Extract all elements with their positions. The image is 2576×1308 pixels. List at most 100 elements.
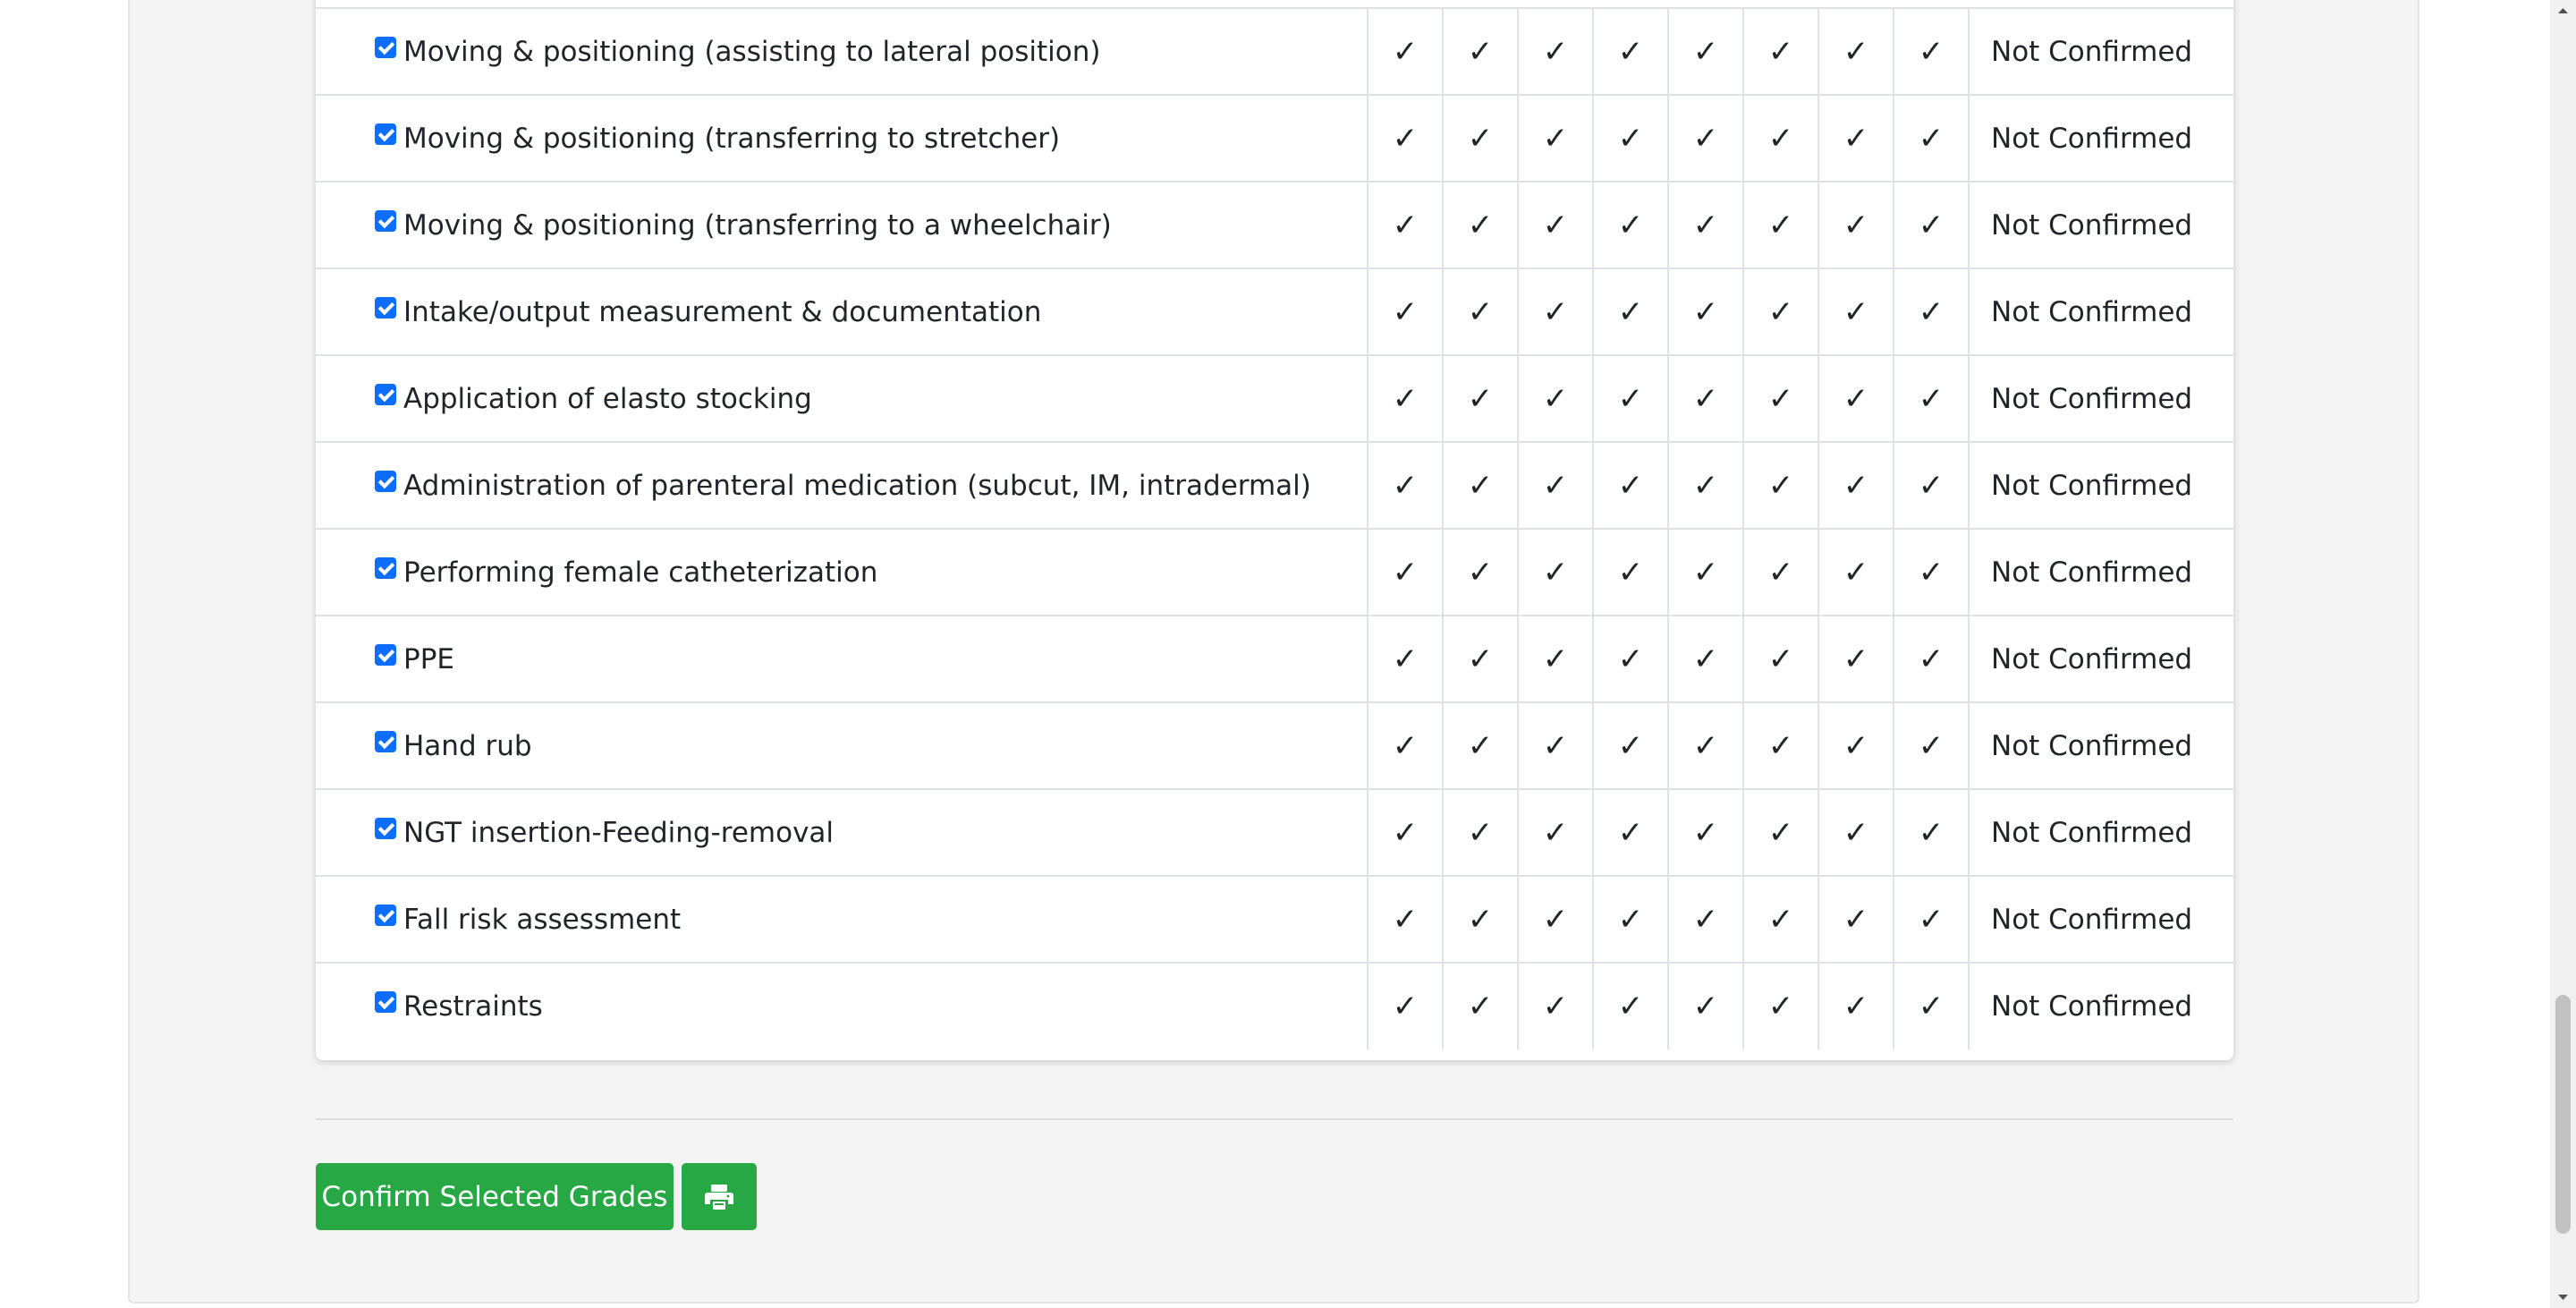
grade-mark-cell: ✓ <box>1667 355 1743 443</box>
grade-mark-cell: ✓ <box>1818 616 1894 703</box>
confirmation-status: Not Confirmed <box>1968 182 2233 269</box>
row-select-checkbox[interactable] <box>375 730 396 752</box>
confirmation-status: Not Confirmed <box>1968 268 2233 356</box>
grade-mark-cell: ✓ <box>1592 182 1668 269</box>
grade-mark-cell: ✓ <box>1442 789 1518 877</box>
grade-mark-cell: ✓ <box>1442 7 1518 96</box>
table-row: Moving & positioning (transferring to a … <box>316 182 2233 269</box>
scrollbar-thumb[interactable] <box>2555 995 2571 1234</box>
row-select-checkbox[interactable] <box>375 556 396 579</box>
scroll-up-arrow-icon[interactable] <box>2550 0 2576 21</box>
table-row: Moving & positioning (transferring to st… <box>316 95 2233 183</box>
grade-mark-cell: ✓ <box>1818 182 1894 269</box>
grade-mark-cell: ✓ <box>1442 182 1518 269</box>
row-select-checkbox[interactable] <box>375 209 396 232</box>
skill-cell: Hand rub <box>316 702 1368 790</box>
grade-mark-cell: ✓ <box>1893 7 1969 96</box>
grade-mark-cell: ✓ <box>1442 355 1518 443</box>
grade-mark-cell: ✓ <box>1592 876 1668 964</box>
scroll-down-arrow-icon[interactable] <box>2550 1287 2576 1308</box>
skill-cell: Administration of parenteral medication … <box>316 442 1368 530</box>
grade-mark-cell: ✓ <box>1667 7 1743 96</box>
grades-table-card: Moving & positioning (assisting to later… <box>316 0 2233 1060</box>
row-select-checkbox[interactable] <box>375 36 396 58</box>
grade-mark-cell: ✓ <box>1517 702 1593 790</box>
grades-table-body: Moving & positioning (assisting to later… <box>316 7 2233 1049</box>
grade-mark-cell: ✓ <box>1667 182 1743 269</box>
grade-mark-cell: ✓ <box>1367 7 1443 96</box>
confirmation-status: Not Confirmed <box>1968 789 2233 877</box>
grade-mark-cell: ✓ <box>1667 442 1743 530</box>
confirmation-status: Not Confirmed <box>1968 442 2233 530</box>
skill-cell: PPE <box>316 616 1368 703</box>
grade-mark-cell: ✓ <box>1818 876 1894 964</box>
table-row: Administration of parenteral medication … <box>316 442 2233 530</box>
grade-mark-cell: ✓ <box>1592 268 1668 356</box>
grade-mark-cell: ✓ <box>1517 355 1593 443</box>
skill-label: Moving & positioning (assisting to later… <box>403 35 1101 68</box>
print-button[interactable] <box>682 1163 757 1230</box>
grade-mark-cell: ✓ <box>1367 616 1443 703</box>
grade-mark-cell: ✓ <box>1442 702 1518 790</box>
grade-mark-cell: ✓ <box>1442 268 1518 356</box>
grade-mark-cell: ✓ <box>1367 182 1443 269</box>
grade-mark-cell: ✓ <box>1517 616 1593 703</box>
grade-mark-cell: ✓ <box>1667 616 1743 703</box>
confirmation-status: Not Confirmed <box>1968 702 2233 790</box>
grade-mark-cell: ✓ <box>1367 529 1443 616</box>
grade-mark-cell: ✓ <box>1818 963 1894 1049</box>
row-select-checkbox[interactable] <box>375 817 396 839</box>
grade-mark-cell: ✓ <box>1742 876 1818 964</box>
row-select-checkbox[interactable] <box>375 383 396 405</box>
table-row: Application of elasto stocking ✓ ✓ ✓ ✓ ✓ ✓ ✓ ✓ No… <box>316 355 2233 443</box>
table-row: PPE ✓ ✓ ✓ ✓ ✓ ✓ ✓ ✓ Not Confirmed <box>316 616 2233 703</box>
confirmation-status: Not Confirmed <box>1968 963 2233 1049</box>
skill-cell: Moving & positioning (transferring to a … <box>316 182 1368 269</box>
grade-mark-cell: ✓ <box>1893 442 1969 530</box>
row-select-checkbox[interactable] <box>375 470 396 492</box>
skill-cell: Application of elasto stocking <box>316 355 1368 443</box>
confirmation-status: Not Confirmed <box>1968 95 2233 183</box>
grade-mark-cell: ✓ <box>1667 95 1743 183</box>
grade-mark-cell: ✓ <box>1517 182 1593 269</box>
row-select-checkbox[interactable] <box>375 123 396 145</box>
table-row: Performing female catheterization ✓ ✓ ✓ ✓ ✓ ✓ ✓… <box>316 529 2233 616</box>
confirmation-status: Not Confirmed <box>1968 529 2233 616</box>
grade-mark-cell: ✓ <box>1367 95 1443 183</box>
grade-mark-cell: ✓ <box>1893 95 1969 183</box>
grade-mark-cell: ✓ <box>1667 529 1743 616</box>
grade-mark-cell: ✓ <box>1818 442 1894 530</box>
skill-cell: Performing female catheterization <box>316 529 1368 616</box>
print-icon <box>705 1184 733 1210</box>
grade-mark-cell: ✓ <box>1893 268 1969 356</box>
vertical-scrollbar[interactable] <box>2550 0 2576 1308</box>
page-viewport: Moving & positioning (assisting to later… <box>0 0 2550 1308</box>
grade-mark-cell: ✓ <box>1742 702 1818 790</box>
skill-label: Intake/output measurement & documentatio… <box>403 295 1042 328</box>
grade-mark-cell: ✓ <box>1893 182 1969 269</box>
grade-mark-cell: ✓ <box>1667 268 1743 356</box>
confirmation-status: Not Confirmed <box>1968 7 2233 96</box>
grade-mark-cell: ✓ <box>1742 7 1818 96</box>
row-select-checkbox[interactable] <box>375 643 396 666</box>
skill-cell: Moving & positioning (transferring to st… <box>316 95 1368 183</box>
grade-mark-cell: ✓ <box>1442 963 1518 1049</box>
row-select-checkbox[interactable] <box>375 991 396 1013</box>
grade-mark-cell: ✓ <box>1442 616 1518 703</box>
confirm-selected-grades-button[interactable]: Confirm Selected Grades <box>316 1163 674 1230</box>
row-select-checkbox[interactable] <box>375 904 396 926</box>
grade-mark-cell: ✓ <box>1592 616 1668 703</box>
grade-mark-cell: ✓ <box>1367 355 1443 443</box>
grade-mark-cell: ✓ <box>1367 789 1443 877</box>
grade-mark-cell: ✓ <box>1367 963 1443 1049</box>
grade-mark-cell: ✓ <box>1742 95 1818 183</box>
table-row: Moving & positioning (assisting to later… <box>316 7 2233 96</box>
skill-label: Administration of parenteral medication … <box>403 469 1311 502</box>
table-row: Fall risk assessment ✓ ✓ ✓ ✓ ✓ ✓ ✓ ✓ Not Confirme… <box>316 876 2233 964</box>
skill-label: Restraints <box>403 990 543 1023</box>
row-select-checkbox[interactable] <box>375 296 396 319</box>
grade-mark-cell: ✓ <box>1742 529 1818 616</box>
grades-table: Moving & positioning (assisting to later… <box>316 7 2233 1049</box>
grade-mark-cell: ✓ <box>1367 268 1443 356</box>
skill-label: NGT insertion-Feeding-removal <box>403 816 835 849</box>
